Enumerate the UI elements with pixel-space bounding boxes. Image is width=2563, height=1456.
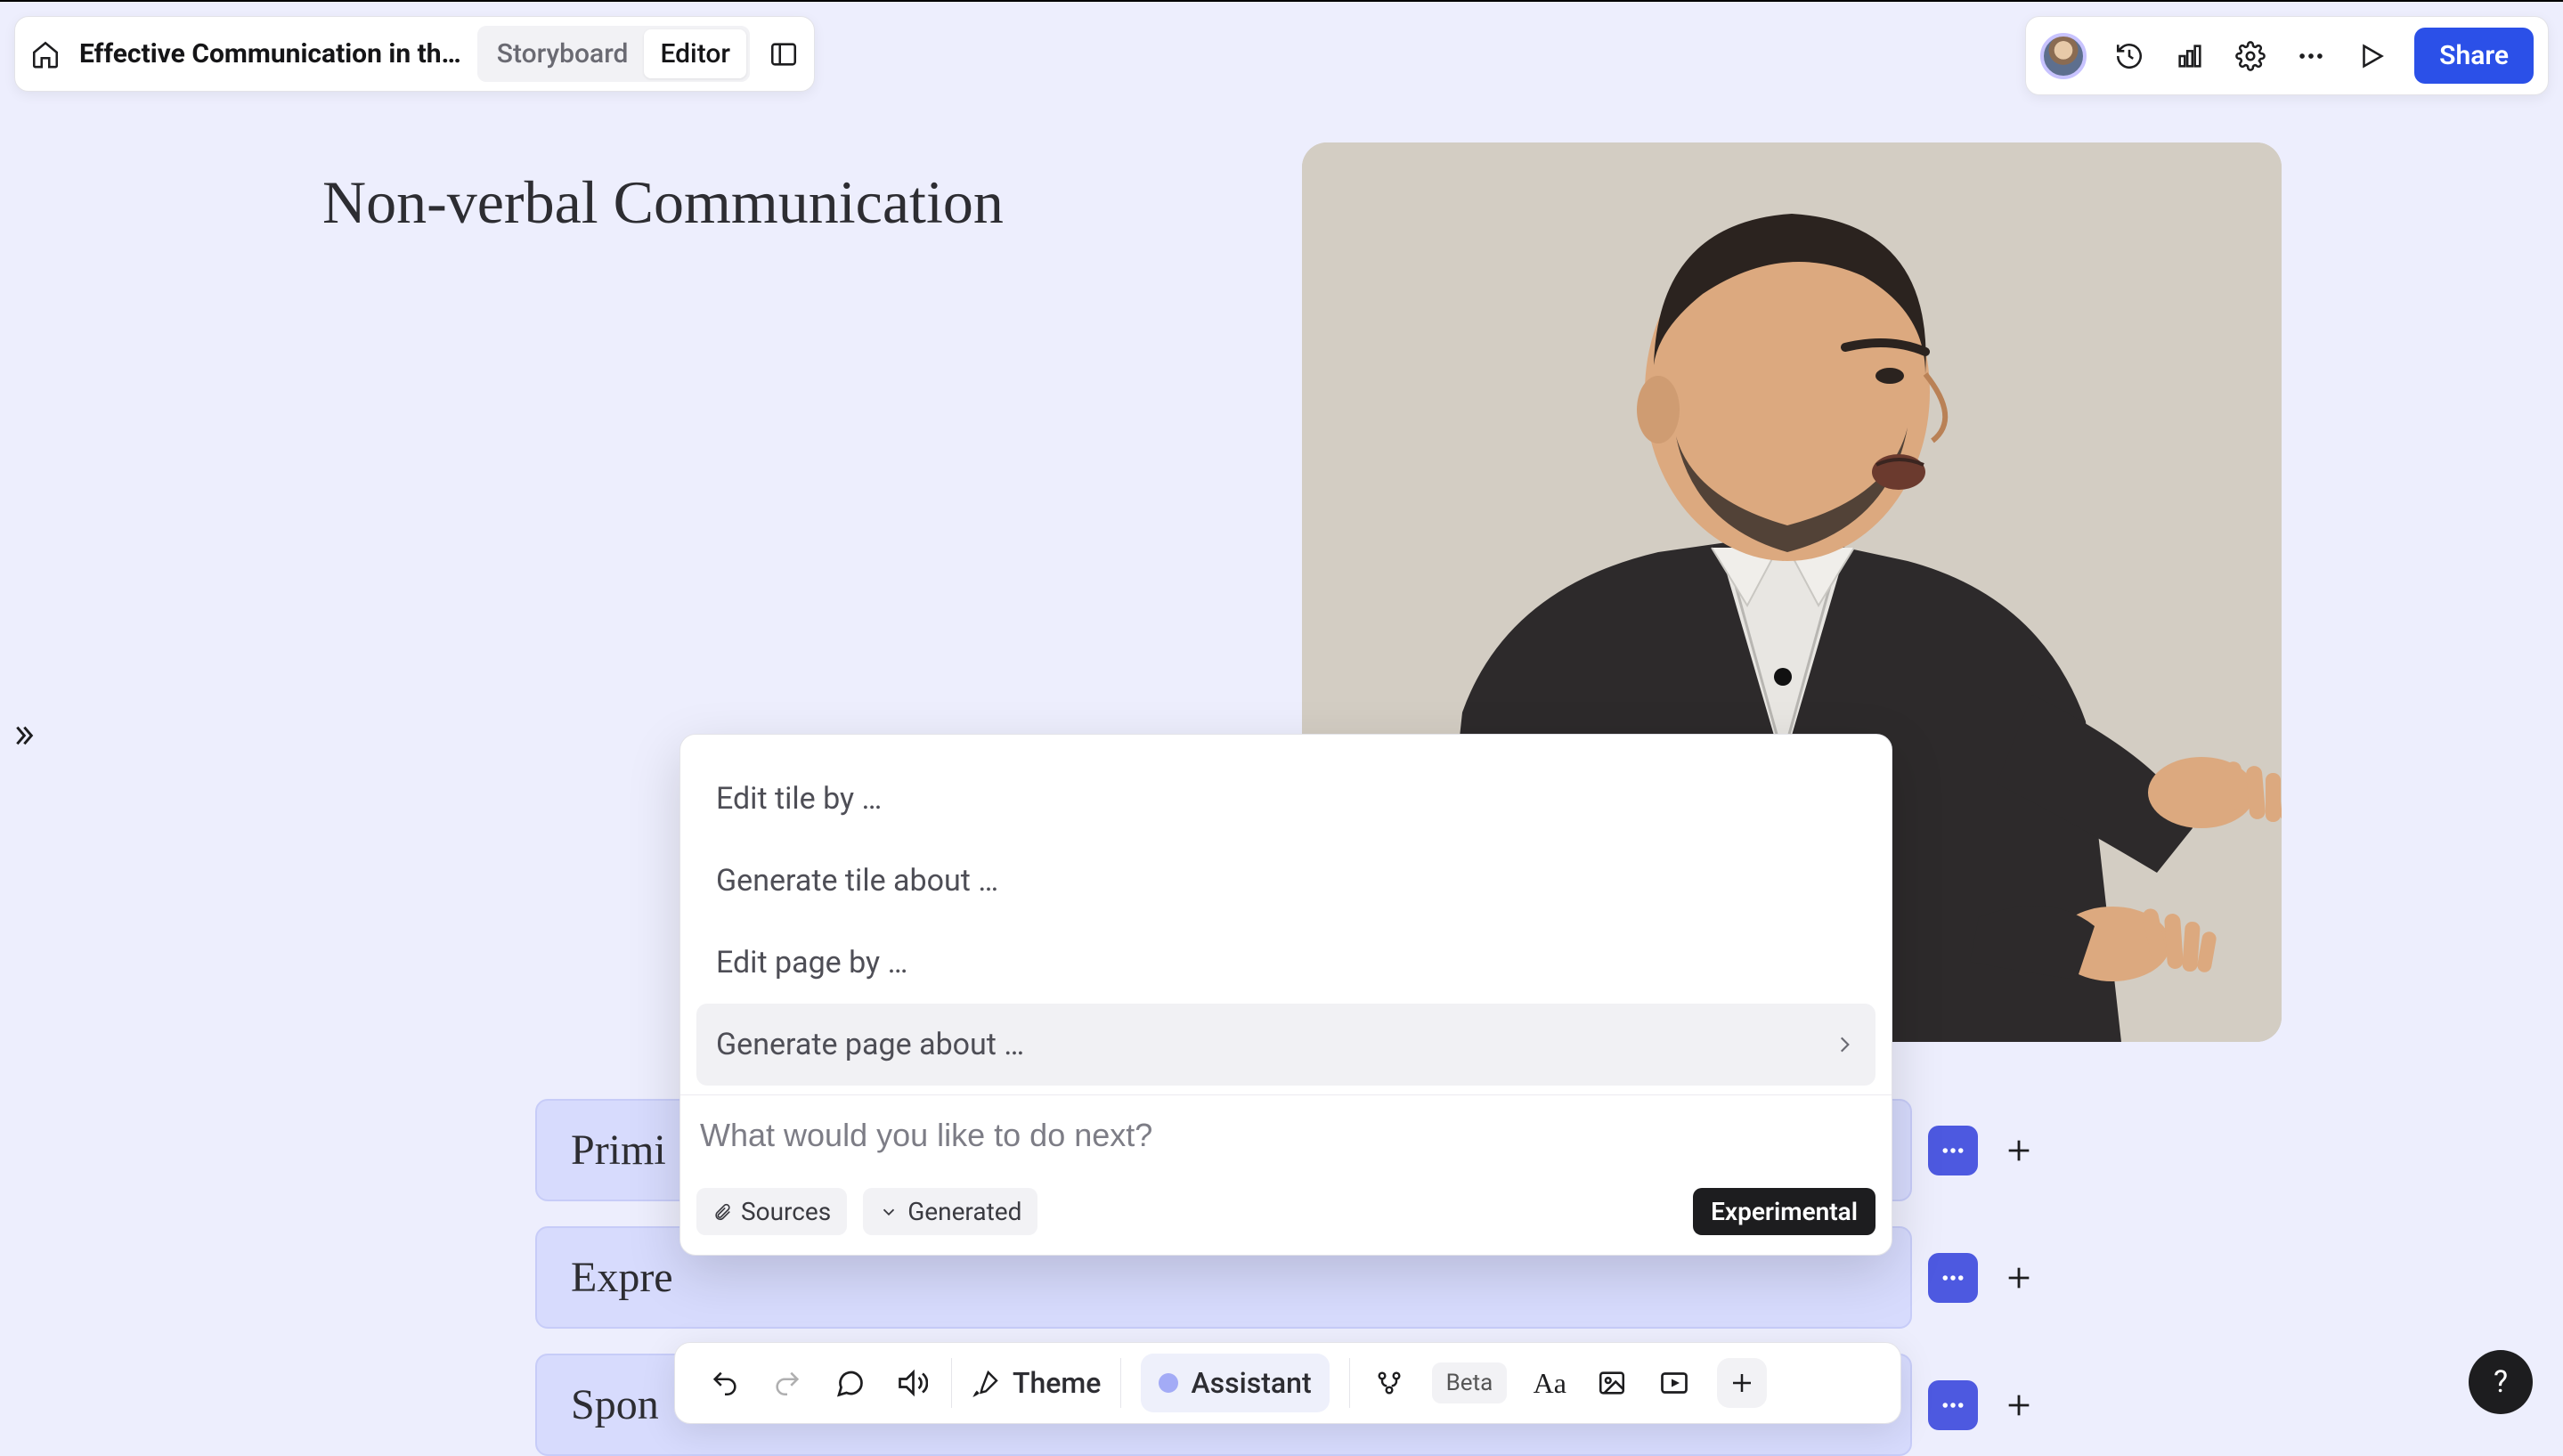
plus-icon [2004, 1263, 2034, 1293]
video-icon [1658, 1367, 1690, 1399]
sources-chip-label: Sources [741, 1197, 831, 1226]
theme-button[interactable]: Theme [972, 1366, 1101, 1400]
add-block-button[interactable] [1717, 1358, 1767, 1408]
assistant-suggestion-label: Generate tile about … [716, 863, 998, 899]
home-button[interactable] [28, 37, 63, 72]
panel-toggle-button[interactable] [766, 37, 801, 72]
assistant-suggestion[interactable]: Edit tile by … [696, 758, 1875, 840]
assistant-suggestion[interactable]: Generate tile about … [696, 840, 1875, 922]
assistant-toggle-label: Assistant [1191, 1366, 1311, 1400]
history-button[interactable] [2111, 38, 2147, 74]
settings-button[interactable] [2233, 38, 2268, 74]
assistant-input-row [680, 1094, 1892, 1172]
assistant-suggestion[interactable]: Edit page by … [696, 922, 1875, 1004]
redo-icon [772, 1368, 802, 1398]
accordion-add-button[interactable] [1994, 1380, 2044, 1430]
chevron-down-icon [879, 1202, 899, 1222]
assistant-toggle[interactable]: Assistant [1141, 1354, 1329, 1412]
more-button[interactable] [2293, 38, 2329, 74]
expand-sidebar-button[interactable] [9, 721, 37, 750]
assistant-suggestion-label: Edit page by … [716, 945, 907, 980]
history-icon [2114, 41, 2144, 71]
play-button[interactable] [2354, 38, 2389, 74]
topbar-right: Share [2025, 16, 2549, 95]
generated-chip[interactable]: Generated [863, 1188, 1037, 1235]
plus-icon [1729, 1370, 1755, 1396]
accordion-item-more-button[interactable] [1928, 1380, 1978, 1430]
branch-button[interactable] [1370, 1363, 1409, 1403]
bar-chart-icon [2175, 41, 2205, 71]
assistant-suggestions: Edit tile by … Generate tile about … Edi… [680, 735, 1892, 1094]
chevron-right-icon [1833, 1033, 1856, 1056]
plus-icon [2004, 1135, 2034, 1166]
assistant-suggestion-label: Generate page about … [716, 1027, 1024, 1062]
assistant-dot-icon [1159, 1373, 1178, 1393]
comment-icon [834, 1367, 866, 1399]
share-button[interactable]: Share [2414, 28, 2534, 84]
topbar-left: Effective Communication in th… Storyboar… [14, 16, 815, 92]
image-button[interactable] [1592, 1363, 1631, 1403]
assistant-suggestion[interactable]: Generate page about … [696, 1004, 1875, 1086]
accordion-add-button[interactable] [1994, 1126, 2044, 1175]
accordion-add-button[interactable] [1994, 1253, 2044, 1303]
text-icon: Aa [1534, 1367, 1566, 1400]
undo-button[interactable] [705, 1363, 744, 1403]
branch-icon [1375, 1369, 1404, 1397]
beta-badge: Beta [1432, 1362, 1508, 1403]
assistant-input[interactable] [700, 1117, 1872, 1154]
audio-button[interactable] [892, 1363, 932, 1403]
comment-button[interactable] [830, 1363, 869, 1403]
assistant-footer: Sources Generated Experimental [680, 1172, 1892, 1255]
accordion-item-label: Primi [571, 1126, 666, 1175]
generated-chip-label: Generated [907, 1197, 1021, 1226]
speaker-icon [896, 1367, 928, 1399]
more-icon [2296, 41, 2326, 71]
mode-tabs: Storyboard Editor [477, 26, 750, 82]
experimental-badge: Experimental [1693, 1188, 1875, 1235]
more-icon [1940, 1392, 1966, 1419]
sources-chip[interactable]: Sources [696, 1188, 847, 1235]
image-icon [1597, 1368, 1627, 1398]
home-icon [30, 39, 61, 69]
assistant-suggestion-label: Edit tile by … [716, 781, 882, 817]
video-button[interactable] [1655, 1363, 1694, 1403]
page-title[interactable]: Non-verbal Communication [322, 167, 1004, 238]
accordion-item-more-button[interactable] [1928, 1253, 1978, 1303]
accordion-item-more-button[interactable] [1928, 1126, 1978, 1175]
redo-button[interactable] [768, 1363, 807, 1403]
more-icon [1940, 1265, 1966, 1291]
plus-icon [2004, 1390, 2034, 1420]
accordion-item-label: Expre [571, 1253, 673, 1302]
tab-storyboard[interactable]: Storyboard [481, 29, 645, 78]
more-icon [1940, 1137, 1966, 1164]
panel-toggle-icon [769, 39, 799, 69]
chevron-double-right-icon [9, 721, 37, 750]
paperclip-icon [712, 1202, 732, 1222]
assistant-popup: Edit tile by … Generate tile about … Edi… [679, 734, 1892, 1256]
avatar[interactable] [2040, 33, 2087, 79]
undo-icon [710, 1368, 740, 1398]
accordion-item-label: Spon [571, 1380, 659, 1429]
play-icon [2356, 41, 2387, 71]
text-button[interactable]: Aa [1530, 1363, 1569, 1403]
gear-icon [2235, 41, 2266, 71]
tab-editor[interactable]: Editor [644, 29, 746, 78]
analytics-button[interactable] [2172, 38, 2208, 74]
help-button[interactable]: ? [2469, 1350, 2533, 1414]
theme-button-label: Theme [1013, 1366, 1101, 1400]
project-title[interactable]: Effective Communication in th… [79, 38, 461, 69]
brush-icon [972, 1369, 1000, 1397]
bottom-toolbar: Theme Assistant Beta Aa [674, 1342, 1901, 1424]
